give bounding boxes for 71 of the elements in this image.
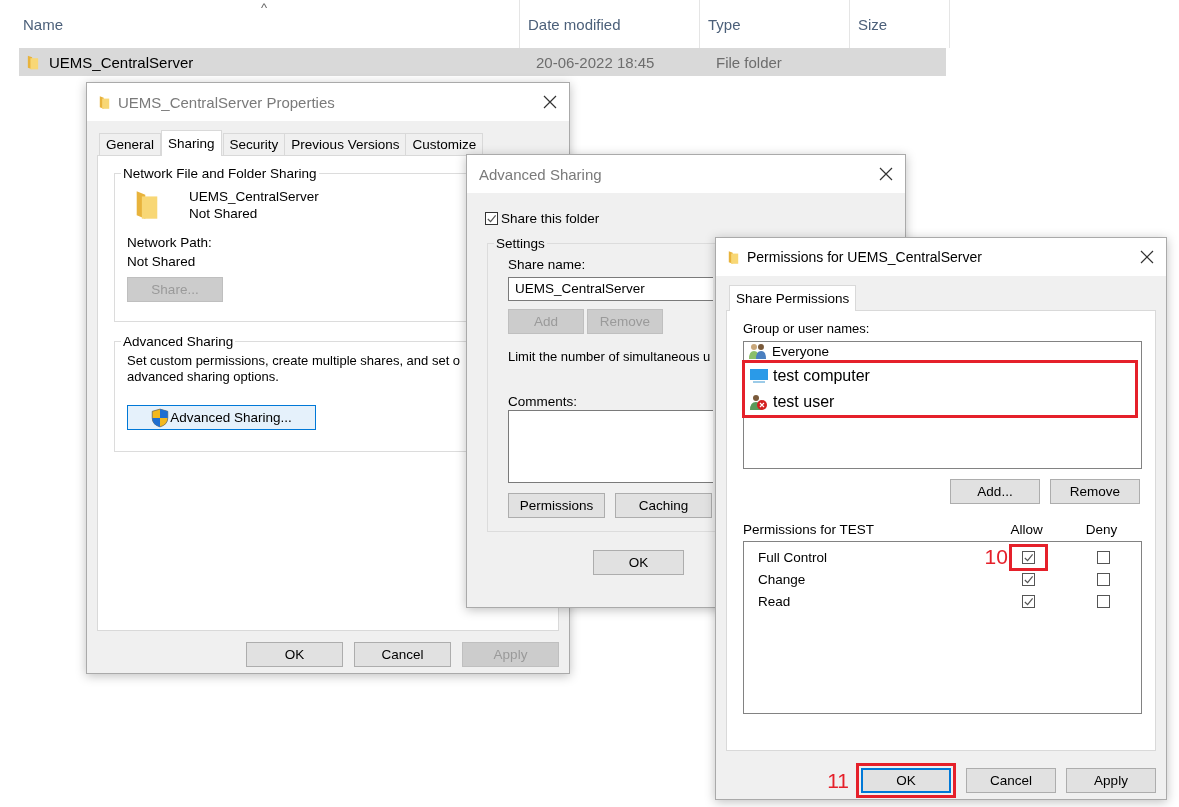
permission-name: Change xyxy=(758,571,807,587)
user-name: test user xyxy=(773,393,835,411)
description-text: Set custom permissions, create multiple shares, and set o xyxy=(127,353,461,369)
group-heading: Advanced Sharing xyxy=(122,334,235,349)
people-icon xyxy=(748,343,768,359)
checkbox[interactable] xyxy=(1021,550,1035,564)
folder-icon xyxy=(99,94,110,110)
file-type: File folder xyxy=(716,53,782,71)
list-label: Group or user names: xyxy=(743,321,871,336)
permission-name: Full Control xyxy=(758,549,829,565)
dialog-button[interactable]: OK xyxy=(246,642,343,667)
file-name: UEMS_CentralServer xyxy=(49,53,194,71)
column-header: Deny xyxy=(1084,522,1119,537)
group-heading: Settings xyxy=(495,236,546,251)
user-name: Everyone xyxy=(772,343,830,359)
field-label: Comments: xyxy=(508,394,578,409)
folder-icon xyxy=(27,53,39,71)
dialog-button[interactable]: Permissions xyxy=(508,493,605,518)
window-title: Permissions for UEMS_CentralServer xyxy=(747,249,983,265)
limit-text: Limit the number of simultaneous u xyxy=(508,349,711,364)
file-row[interactable]: UEMS_CentralServer 20-06-2022 18:45 File folder xyxy=(19,48,946,76)
group-heading: Network File and Folder Sharing xyxy=(122,166,318,181)
tab[interactable]: General xyxy=(99,133,162,155)
tab[interactable]: Security xyxy=(222,133,286,155)
window-title: UEMS_CentralServer Properties xyxy=(118,93,336,111)
dialog-button[interactable]: Cancel xyxy=(966,768,1056,793)
field-label: Share name: xyxy=(508,257,586,272)
close-icon[interactable] xyxy=(1140,250,1154,264)
tab[interactable]: Sharing xyxy=(161,130,222,156)
share-status: Not Shared xyxy=(189,206,258,221)
user-list-item[interactable]: test user xyxy=(749,389,1131,415)
monitor-icon xyxy=(749,368,769,384)
folder-name: UEMS_CentralServer xyxy=(189,189,319,204)
dialog-button[interactable]: OK xyxy=(861,768,951,793)
dialog-button[interactable]: Caching xyxy=(615,493,712,518)
folder-icon xyxy=(728,249,739,265)
dialog-button[interactable]: OK xyxy=(593,550,684,575)
description-text: advanced sharing options. xyxy=(127,369,279,385)
step-number: 10 xyxy=(984,545,1008,569)
dialog-button[interactable]: Remove xyxy=(1050,479,1140,504)
checkbox-label: Share this folder xyxy=(501,211,600,226)
tab[interactable]: Customize xyxy=(405,133,484,155)
dialog-button[interactable]: Cancel xyxy=(354,642,451,667)
list-label: Permissions for TEST xyxy=(743,522,876,537)
file-date: 20-06-2022 18:45 xyxy=(536,53,656,71)
checkbox[interactable] xyxy=(485,212,498,225)
advanced-sharing-button[interactable]: Advanced Sharing... xyxy=(127,405,316,430)
network-path: Not Shared xyxy=(127,254,196,269)
close-icon[interactable] xyxy=(879,167,893,181)
user-list-item[interactable]: test computer xyxy=(749,363,1131,389)
dialog-button[interactable]: Add... xyxy=(950,479,1040,504)
checkbox[interactable] xyxy=(1096,550,1110,564)
checkbox[interactable] xyxy=(1021,594,1035,608)
window-title: Advanced Sharing xyxy=(479,165,603,183)
user-list-item[interactable]: Everyone xyxy=(748,344,1141,358)
user-name: test computer xyxy=(773,367,870,385)
tab[interactable]: Share Permissions xyxy=(729,285,857,311)
share-name-field[interactable]: UEMS_CentralServer xyxy=(508,277,713,301)
dialog-button[interactable]: Apply xyxy=(1066,768,1156,793)
step-number: 11 xyxy=(827,768,849,793)
column-header: Allow xyxy=(1009,522,1044,537)
checkbox[interactable] xyxy=(1096,572,1110,586)
shield-icon xyxy=(151,407,170,428)
close-icon[interactable] xyxy=(543,95,557,109)
checkbox[interactable] xyxy=(1021,572,1035,586)
sort-indicator: ^ xyxy=(261,0,268,15)
checkbox[interactable] xyxy=(1096,594,1110,608)
permission-name: Read xyxy=(758,593,792,609)
user-error-icon xyxy=(749,394,769,410)
comments-field[interactable] xyxy=(508,410,713,483)
field-label: Network Path: xyxy=(127,235,212,250)
